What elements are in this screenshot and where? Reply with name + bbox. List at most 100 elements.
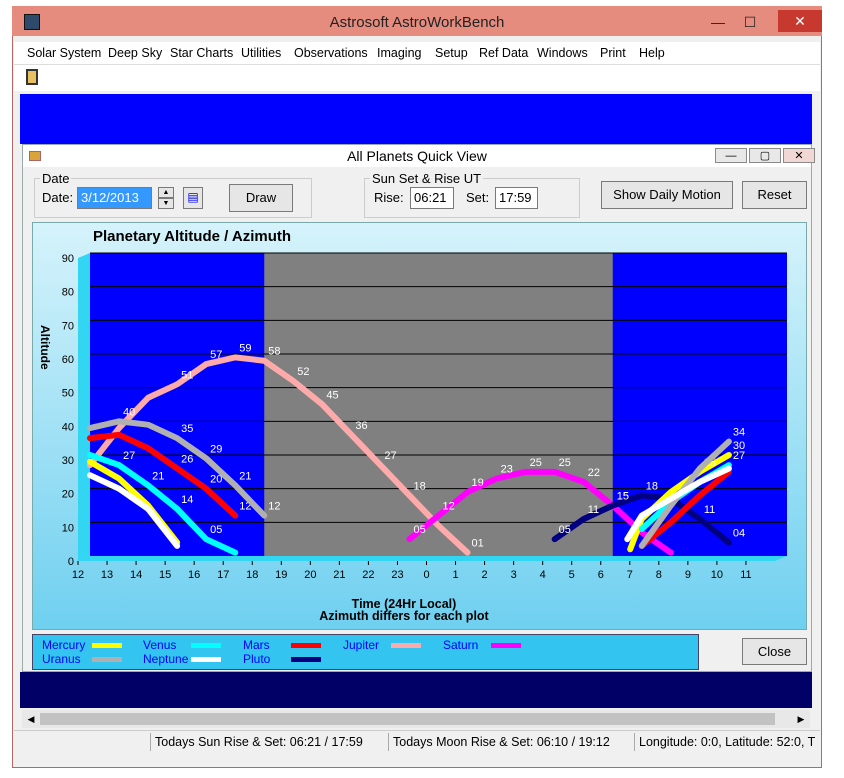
altitude-chart: Planetary Altitude / Azimuth Altitude Ti… [38, 228, 787, 623]
child-title: All Planets Quick View [347, 148, 487, 164]
menu-windows[interactable]: Windows [537, 46, 588, 60]
series-venus-data-label: 21 [152, 470, 164, 482]
legend-neptune-label: Neptune [143, 652, 189, 666]
series-pluto-data-label: 11 [704, 504, 715, 516]
series-jupiter-data-label: 45 [326, 390, 338, 402]
scroll-left-arrow-icon[interactable]: ◀ [24, 712, 38, 726]
x-tick-label: 0 [423, 569, 429, 581]
legend-neptune-swatch [191, 657, 221, 662]
x-tick-label: 20 [304, 569, 316, 581]
close-button[interactable]: ✕ [778, 10, 822, 32]
reset-button[interactable]: Reset [742, 181, 807, 209]
status-location: Longitude: 0:0, Latitude: 52:0, T [634, 733, 825, 751]
series-jupiter-data-label: 51 [181, 369, 193, 381]
legend-jupiter-label: Jupiter [343, 638, 380, 652]
x-tick-label: 19 [275, 569, 287, 581]
series-jupiter-data-label: 57 [210, 349, 222, 361]
menu-observations[interactable]: Observations [294, 46, 368, 60]
series-jupiter-data-label: 58 [268, 346, 280, 358]
menu-setup[interactable]: Setup [435, 46, 468, 60]
x-tick-label: 13 [101, 569, 113, 581]
x-tick-label: 10 [711, 569, 723, 581]
sun-group-title: Sun Set & Rise UT [370, 171, 484, 186]
menu-bar: Solar System Deep Sky Star Charts Utilit… [14, 42, 820, 64]
legend-mercury-label: Mercury [42, 638, 86, 652]
draw-button[interactable]: Draw [229, 184, 293, 212]
x-tick-label: 23 [391, 569, 403, 581]
y-tick-label: 20 [62, 489, 74, 501]
series-uranus-data-label: 21 [239, 470, 251, 482]
series-mars-data-label: 26 [181, 453, 193, 465]
x-tick-label: 17 [217, 569, 229, 581]
series-saturn-data-label: 25 [530, 457, 542, 469]
series-jupiter-data-label: 59 [239, 342, 251, 354]
maximize-button[interactable]: ☐ [736, 12, 764, 32]
x-tick-label: 6 [598, 569, 604, 581]
y-axis-label: Altitude [38, 325, 52, 370]
menu-imaging[interactable]: Imaging [377, 46, 421, 60]
x-tick-label: 7 [627, 569, 633, 581]
exit-door-icon[interactable] [26, 69, 38, 85]
x-tick-label: 3 [511, 569, 517, 581]
series-saturn-data-label: 23 [501, 464, 513, 476]
x-tick-label: 2 [482, 569, 488, 581]
menu-utilities[interactable]: Utilities [241, 46, 281, 60]
x-tick-label: 1 [452, 569, 458, 581]
child-maximize-button[interactable]: ▢ [749, 148, 781, 163]
menu-print[interactable]: Print [600, 46, 626, 60]
x-tick-label: 8 [656, 569, 662, 581]
legend-mars-label: Mars [243, 638, 270, 652]
scroll-right-arrow-icon[interactable]: ▶ [794, 712, 808, 726]
rise-label: Rise: [374, 190, 404, 205]
menu-solar-system[interactable]: Solar System [27, 46, 101, 60]
y-tick-label: 30 [62, 455, 74, 467]
child-minimize-button[interactable]: — [715, 148, 747, 163]
show-daily-motion-button[interactable]: Show Daily Motion [601, 181, 733, 209]
legend-uranus-label: Uranus [42, 652, 81, 666]
series-venus-data-label: 27 [123, 450, 135, 462]
legend-jupiter-swatch [391, 643, 421, 648]
series-uranus-data-label: 35 [181, 423, 193, 435]
series-jupiter-data-label: 52 [297, 366, 309, 378]
series-pluto-data-label: 11 [588, 504, 599, 516]
date-input[interactable]: 3/12/2013 [77, 187, 152, 209]
calendar-icon[interactable]: ▤ [183, 187, 203, 209]
x-tick-label: 4 [540, 569, 546, 581]
x-tick-label: 14 [130, 569, 142, 581]
status-sun: Todays Sun Rise & Set: 06:21 / 17:59 [150, 733, 385, 751]
series-pluto-data-label: 15 [617, 491, 629, 503]
series-uranus-data-label: 29 [210, 443, 222, 455]
menu-ref-data[interactable]: Ref Data [479, 46, 528, 60]
y-tick-label: 10 [62, 522, 74, 534]
y-tick-label: 60 [62, 354, 74, 366]
rise-field[interactable]: 06:21 [410, 187, 454, 209]
date-down-button[interactable]: ▼ [158, 198, 174, 209]
chart-title: Planetary Altitude / Azimuth [93, 228, 291, 245]
minimize-button[interactable]: — [704, 12, 732, 32]
x-axis-sublabel: Azimuth differs for each plot [319, 609, 489, 623]
child-close-button[interactable]: ✕ [783, 148, 815, 163]
mdi-background-top [20, 94, 812, 144]
y-tick-label: 40 [62, 421, 74, 433]
series-jupiter-data-label: 27 [384, 450, 396, 462]
date-up-button[interactable]: ▲ [158, 187, 174, 198]
date-group-title: Date [40, 171, 72, 186]
menu-help[interactable]: Help [639, 46, 665, 60]
legend-uranus-swatch [92, 657, 122, 662]
series-pluto-data-label: 04 [733, 528, 745, 540]
y-tick-label: 0 [68, 556, 74, 568]
x-tick-label: 21 [333, 569, 345, 581]
x-tick-label: 11 [740, 569, 751, 581]
x-tick-label: 12 [72, 569, 84, 581]
series-saturn-data-label: 25 [559, 457, 571, 469]
x-tick-label: 5 [569, 569, 575, 581]
x-tick-label: 15 [159, 569, 171, 581]
series-venus-data-label: 05 [210, 524, 222, 536]
menu-star-charts[interactable]: Star Charts [170, 46, 233, 60]
menu-deep-sky[interactable]: Deep Sky [108, 46, 162, 60]
legend-saturn-label: Saturn [443, 638, 479, 652]
series-saturn-data-label: 05 [413, 524, 425, 536]
scrollbar-thumb[interactable] [40, 713, 775, 725]
set-field[interactable]: 17:59 [495, 187, 538, 209]
close-window-button[interactable]: Close [742, 638, 807, 665]
